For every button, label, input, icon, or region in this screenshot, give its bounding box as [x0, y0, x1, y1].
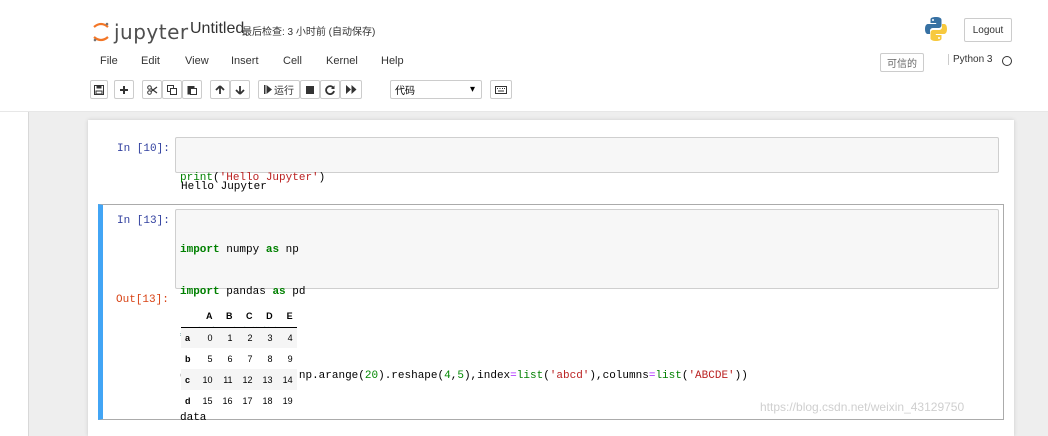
- arrow-up-icon: [215, 84, 225, 94]
- row-index: a: [185, 332, 191, 343]
- notebook-left-divider: [28, 112, 29, 436]
- menu-bar: File Edit View Insert Cell Kernel Help 可…: [90, 53, 1012, 72]
- table-cell: 10: [202, 374, 213, 385]
- paste-icon: [187, 85, 197, 95]
- logout-button[interactable]: Logout: [964, 18, 1012, 42]
- cell-2-output-prompt: Out[13]:: [116, 294, 169, 306]
- dataframe-column-header: E: [276, 306, 297, 328]
- step-forward-icon: [264, 85, 272, 94]
- cell-1-code-line: print('Hello Jupyter'): [180, 171, 994, 185]
- table-cell: 17: [242, 395, 253, 406]
- dataframe-column-header: D: [256, 306, 277, 328]
- code-line-4: data=pd.DataFrame(np.arange(20).reshape(…: [180, 370, 748, 382]
- move-down-button[interactable]: [230, 80, 250, 99]
- paste-cell-button[interactable]: [182, 80, 202, 99]
- kernel-name: Python 3: [948, 54, 992, 65]
- table-cell: 3: [267, 332, 273, 343]
- jupyter-logo-icon: [92, 21, 110, 43]
- table-row: d 15 16 17 18 19: [181, 390, 297, 411]
- plus-icon: [120, 85, 128, 94]
- table-cell: 9: [287, 353, 293, 364]
- table-cell: 2: [247, 332, 253, 343]
- trusted-indicator[interactable]: 可信的: [880, 53, 924, 72]
- cell-type-value: 代码: [395, 86, 415, 97]
- table-cell: 16: [222, 395, 233, 406]
- dataframe-header-row: A B C D E: [181, 306, 297, 328]
- restart-run-all-button[interactable]: [340, 80, 362, 99]
- code-line-2: import pandas as pd: [180, 286, 306, 298]
- copy-cell-button[interactable]: [162, 80, 182, 99]
- table-cell: 12: [242, 374, 253, 385]
- menu-view[interactable]: View: [185, 55, 209, 67]
- dataframe-table: A B C D E a 0 1 2 3 4 b 5 6 7 8 9 c 10 1…: [181, 306, 297, 411]
- row-index: c: [185, 374, 191, 385]
- row-index: b: [185, 353, 191, 364]
- notebook-title[interactable]: Untitled: [190, 20, 244, 38]
- code-line-3: # 创建一个多维数组: [180, 328, 282, 340]
- stop-icon: [306, 85, 314, 94]
- table-cell: 1: [227, 332, 233, 343]
- move-up-button[interactable]: [210, 80, 230, 99]
- arrow-down-icon: [235, 85, 245, 95]
- cell-2-input-prompt: In [13]:: [117, 215, 170, 227]
- table-cell: 13: [262, 374, 273, 385]
- run-button[interactable]: 运行: [258, 80, 300, 99]
- table-row: a 0 1 2 3 4: [181, 327, 297, 348]
- watermark-text: https://blog.csdn.net/weixin_43129750: [760, 400, 965, 414]
- code-line-1: import numpy as np: [180, 244, 299, 256]
- table-cell: 4: [287, 332, 293, 343]
- menu-edit[interactable]: Edit: [141, 55, 160, 67]
- restart-icon: [325, 84, 335, 95]
- cell-type-select[interactable]: 代码 ▾: [390, 80, 482, 99]
- table-cell: 11: [223, 374, 233, 385]
- command-palette-button[interactable]: [490, 80, 512, 99]
- table-cell: 15: [202, 395, 213, 406]
- menu-help[interactable]: Help: [381, 55, 404, 67]
- menu-insert[interactable]: Insert: [231, 55, 259, 67]
- notebook-header: jupyter Untitled 最后检查: 3 小时前 (自动保存) Logo…: [0, 0, 1048, 112]
- save-icon: [94, 84, 104, 95]
- run-label: 运行: [274, 86, 294, 97]
- python-logo-icon: [924, 16, 948, 42]
- menu-cell[interactable]: Cell: [283, 55, 302, 67]
- dataframe-column-header: C: [236, 306, 257, 328]
- cell-2-code-editor[interactable]: import numpy as np import pandas as pd #…: [175, 209, 999, 424]
- menu-file[interactable]: File: [100, 55, 118, 67]
- dataframe-column-header: A: [196, 306, 217, 328]
- header-top-bar: jupyter Untitled 最后检查: 3 小时前 (自动保存) Logo…: [0, 16, 1048, 46]
- keyboard-icon: [495, 85, 507, 94]
- table-cell: 5: [207, 353, 213, 364]
- jupyter-logo-text: jupyter: [114, 20, 189, 44]
- restart-button[interactable]: [320, 80, 340, 99]
- chevron-down-icon: ▾: [469, 84, 475, 95]
- table-cell: 6: [227, 353, 233, 364]
- table-cell: 14: [282, 374, 293, 385]
- fast-forward-icon: [345, 85, 356, 94]
- dataframe-column-header: B: [216, 306, 237, 328]
- cell-1-output: Hello Jupyter: [181, 181, 267, 193]
- table-row: b 5 6 7 8 9: [181, 348, 297, 369]
- table-cell: 7: [247, 353, 253, 364]
- kernel-status-icon: [1002, 56, 1012, 66]
- menu-kernel[interactable]: Kernel: [326, 55, 358, 67]
- table-row: c 10 11 12 13 14: [181, 369, 297, 390]
- table-cell: 18: [262, 395, 273, 406]
- cell-1-code-editor[interactable]: print('Hello Jupyter'): [175, 137, 999, 184]
- dataframe-index-header: [181, 306, 197, 328]
- table-cell: 8: [267, 353, 273, 364]
- row-index: d: [185, 395, 191, 406]
- table-cell: 0: [207, 332, 213, 343]
- checkpoint-status: 最后检查: 3 小时前 (自动保存): [242, 27, 376, 38]
- table-cell: 19: [282, 395, 293, 406]
- interrupt-button[interactable]: [300, 80, 320, 99]
- jupyter-notebook-page: jupyter Untitled 最后检查: 3 小时前 (自动保存) Logo…: [0, 0, 1048, 436]
- save-button[interactable]: [90, 80, 108, 99]
- jupyter-logo[interactable]: jupyter: [92, 19, 188, 45]
- cut-cell-button[interactable]: [142, 80, 162, 99]
- scissors-icon: [146, 84, 157, 95]
- copy-icon: [167, 84, 177, 95]
- cell-1-input-prompt: In [10]:: [117, 143, 170, 155]
- insert-cell-button[interactable]: [114, 80, 134, 99]
